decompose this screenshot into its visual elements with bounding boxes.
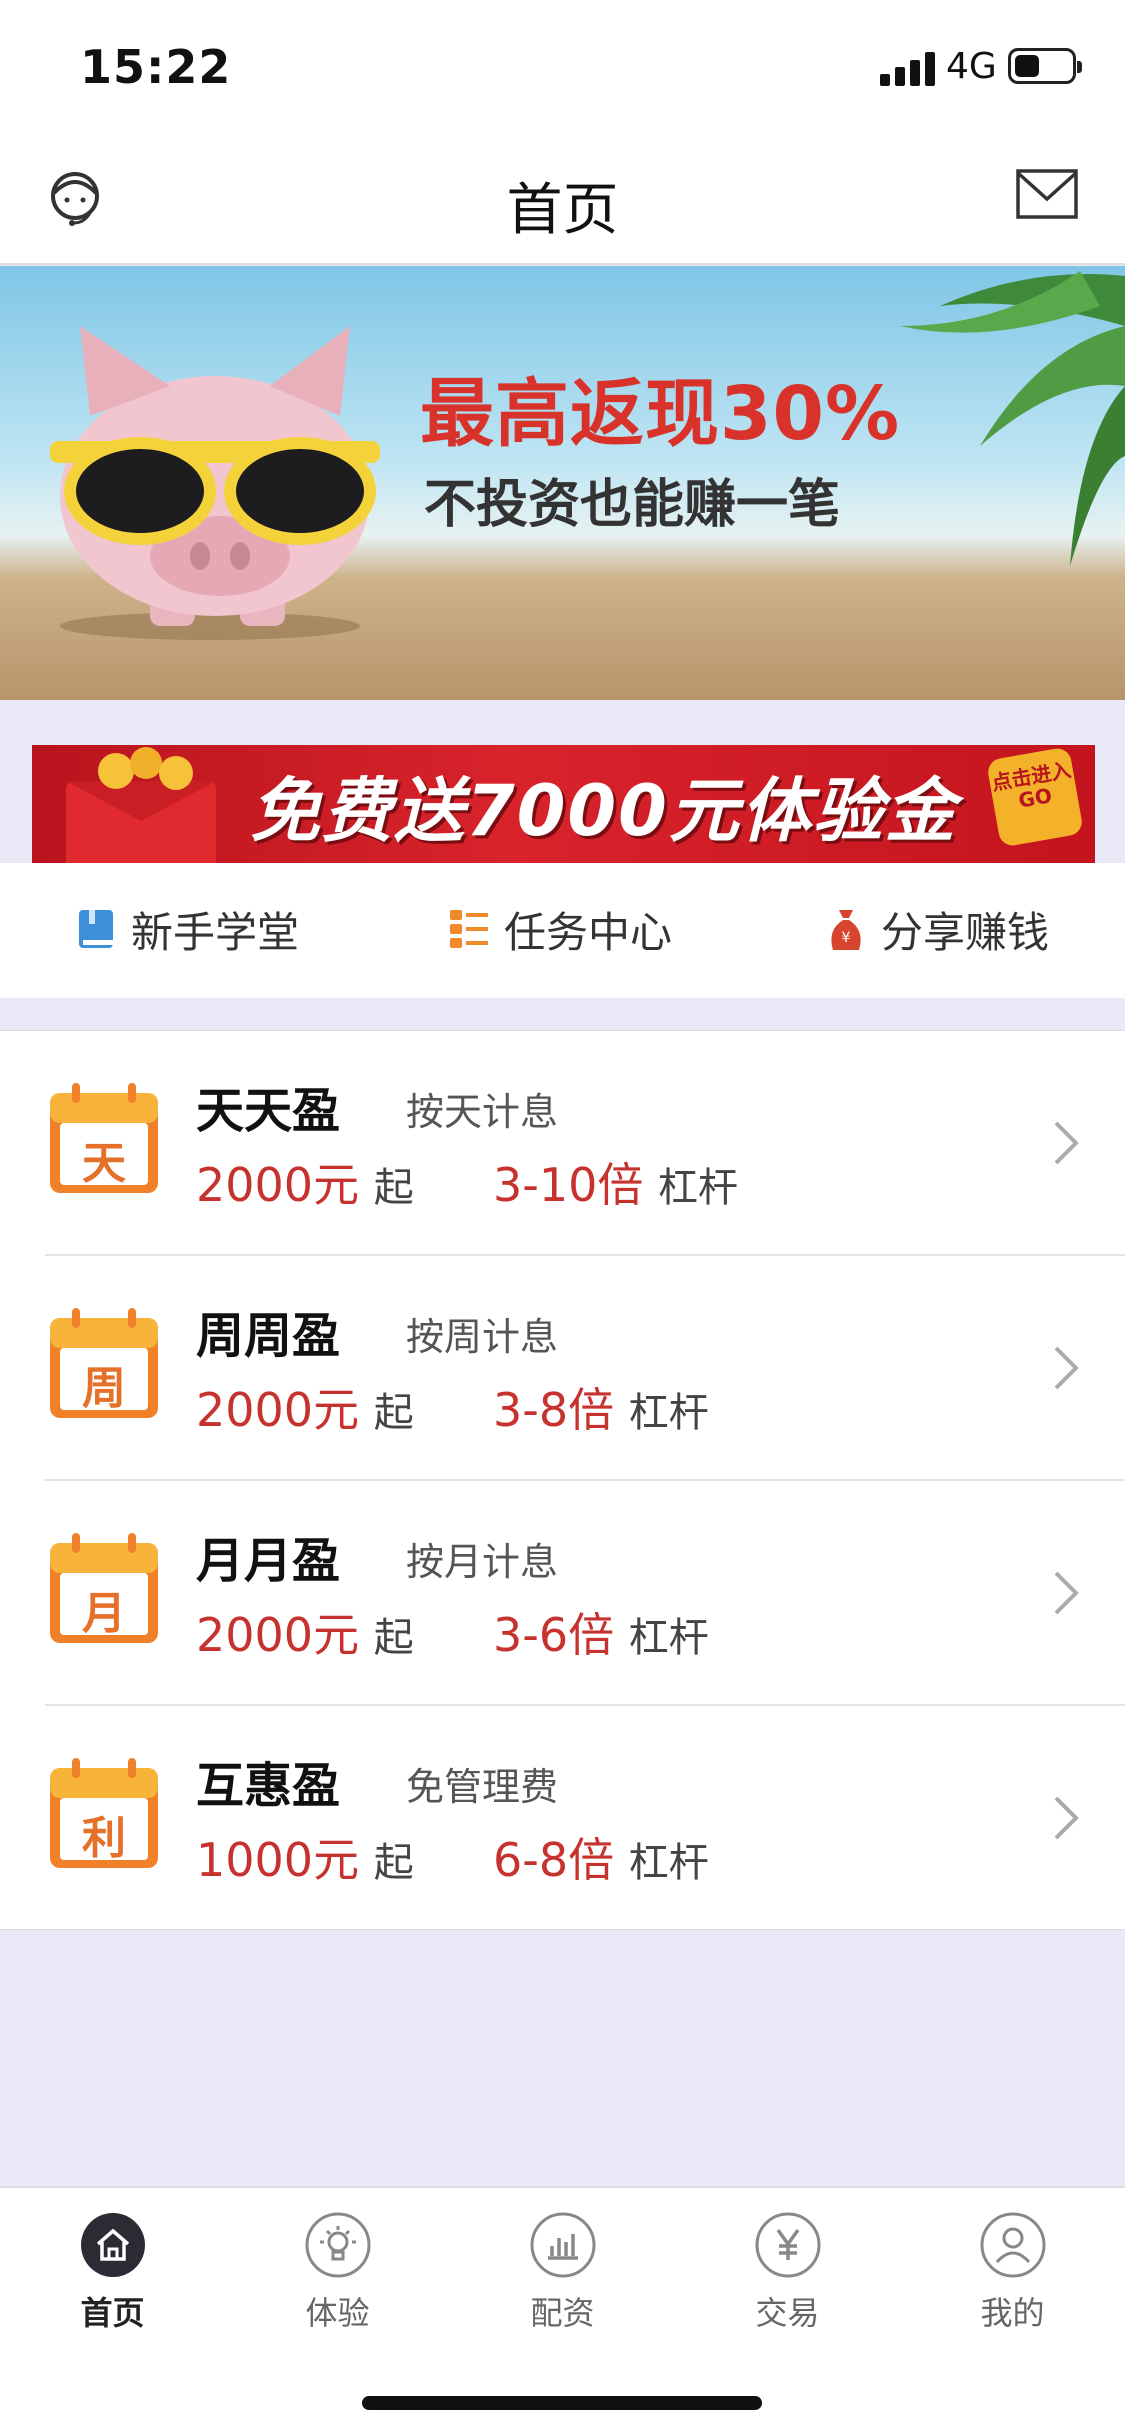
svg-text:¥: ¥ [842, 930, 851, 946]
quick-links: 新手学堂 任务中心 ¥ 分享赚钱 [0, 863, 1125, 998]
product-name: 周周盈 [196, 1308, 341, 1364]
leverage-label: 杠杆 [657, 1165, 738, 1211]
product-name: 天天盈 [196, 1083, 341, 1139]
min-amount-suffix: 起 [373, 1165, 414, 1211]
tab-label: 交易 [755, 2294, 820, 2332]
tab-label: 我的 [980, 2294, 1045, 2332]
tab-funding[interactable]: 配资 [450, 2212, 675, 2334]
promo-text: 免费送7000元体验金 [250, 770, 957, 852]
product-desc: 按月计息 [406, 1540, 559, 1584]
product-list: 天 天天盈 按天计息 2000元 起 3-10倍 杠杆 周 周周盈 按周计息 2… [0, 1030, 1125, 1930]
product-terms: 2000元 起 3-10倍 杠杆 [196, 1149, 738, 1215]
chevron-right-icon [1054, 1571, 1079, 1615]
navigation-bar: 首页 [0, 135, 1125, 265]
leverage-range: 3-8倍 [492, 1383, 615, 1437]
tab-experience[interactable]: 体验 [225, 2212, 450, 2334]
tab-label: 体验 [305, 2294, 370, 2332]
banner-subline: 不投资也能赚一笔 [424, 475, 841, 535]
chevron-right-icon [1054, 1346, 1079, 1390]
task-list-icon [450, 910, 488, 948]
quick-link-share-earn[interactable]: ¥ 分享赚钱 [825, 899, 1049, 959]
product-desc: 免管理费 [406, 1765, 559, 1809]
tab-home[interactable]: 首页 [0, 2212, 225, 2334]
min-amount: 2000元 [196, 1158, 360, 1212]
bonus-promo-banner[interactable]: 免费送7000元体验金 点击进入GO [32, 745, 1095, 863]
calendar-badge-text: 利 [82, 1813, 126, 1864]
tab-label: 配资 [530, 2294, 595, 2332]
product-terms: 2000元 起 3-8倍 杠杆 [196, 1374, 709, 1440]
home-indicator[interactable] [362, 2396, 762, 2410]
leverage-range: 6-8倍 [492, 1833, 615, 1887]
status-bar: 15:22 4G [0, 0, 1125, 135]
product-row-daily[interactable]: 天 天天盈 按天计息 2000元 起 3-10倍 杠杆 [0, 1031, 1125, 1256]
status-time: 15:22 [80, 40, 232, 94]
red-envelope-icon [66, 747, 216, 863]
tab-trade[interactable]: 交易 [675, 2212, 900, 2334]
calendar-badge-text: 月 [82, 1588, 126, 1639]
chevron-right-icon [1054, 1121, 1079, 1165]
min-amount-suffix: 起 [373, 1390, 414, 1436]
user-icon [980, 2212, 1045, 2278]
product-row-weekly[interactable]: 周 周周盈 按周计息 2000元 起 3-8倍 杠杆 [0, 1256, 1125, 1481]
battery-nub [1077, 61, 1082, 73]
page-title: 首页 [506, 178, 619, 243]
min-amount-suffix: 起 [373, 1615, 414, 1661]
signal-icon [880, 52, 935, 86]
product-row-mutual[interactable]: 利 互惠盈 免管理费 1000元 起 6-8倍 杠杆 [0, 1706, 1125, 1931]
bar-chart-icon [530, 2212, 595, 2278]
home-icon [80, 2213, 145, 2277]
min-amount: 1000元 [196, 1833, 360, 1887]
product-name: 互惠盈 [196, 1758, 341, 1814]
book-icon [79, 910, 113, 948]
leverage-label: 杠杆 [628, 1615, 709, 1661]
tab-label: 首页 [80, 2294, 145, 2332]
tab-mine[interactable]: 我的 [900, 2212, 1125, 2334]
product-name: 月月盈 [196, 1533, 341, 1589]
leverage-label: 杠杆 [628, 1840, 709, 1886]
product-desc: 按周计息 [406, 1315, 559, 1359]
leverage-range: 3-10倍 [492, 1158, 644, 1212]
network-type: 4G [946, 46, 997, 87]
mail-icon[interactable] [1016, 169, 1078, 219]
banner-headline: 最高返现30% [420, 371, 901, 457]
yen-icon [755, 2212, 820, 2278]
chevron-right-icon [1054, 1796, 1079, 1840]
money-bag-icon: ¥ [831, 910, 861, 950]
palm-tree-illustration [900, 271, 1125, 566]
product-terms: 2000元 起 3-6倍 杠杆 [196, 1599, 709, 1665]
quick-link-task-center[interactable]: 任务中心 [448, 899, 672, 959]
leverage-label: 杠杆 [628, 1390, 709, 1436]
min-amount-suffix: 起 [373, 1840, 414, 1886]
quick-link-label: 任务中心 [504, 907, 673, 957]
product-desc: 按天计息 [406, 1090, 559, 1134]
calendar-badge-text: 天 [82, 1138, 126, 1189]
lightbulb-icon [305, 2212, 370, 2278]
promo-go-badge[interactable]: 点击进入GO [985, 746, 1085, 848]
piggy-bank-illustration [50, 326, 380, 640]
product-row-monthly[interactable]: 月 月月盈 按月计息 2000元 起 3-6倍 杠杆 [0, 1481, 1125, 1706]
promo-banner[interactable]: 最高返现30% 不投资也能赚一笔 [0, 266, 1125, 700]
product-terms: 1000元 起 6-8倍 杠杆 [196, 1824, 709, 1890]
leverage-range: 3-6倍 [492, 1608, 615, 1662]
quick-link-label: 分享赚钱 [881, 907, 1050, 957]
battery-level [1015, 55, 1039, 77]
min-amount: 2000元 [196, 1608, 360, 1662]
calendar-badge-text: 周 [82, 1363, 126, 1414]
quick-link-newbie-school[interactable]: 新手学堂 [75, 899, 299, 959]
min-amount: 2000元 [196, 1383, 360, 1437]
quick-link-label: 新手学堂 [131, 907, 300, 957]
battery-icon [1008, 48, 1082, 84]
